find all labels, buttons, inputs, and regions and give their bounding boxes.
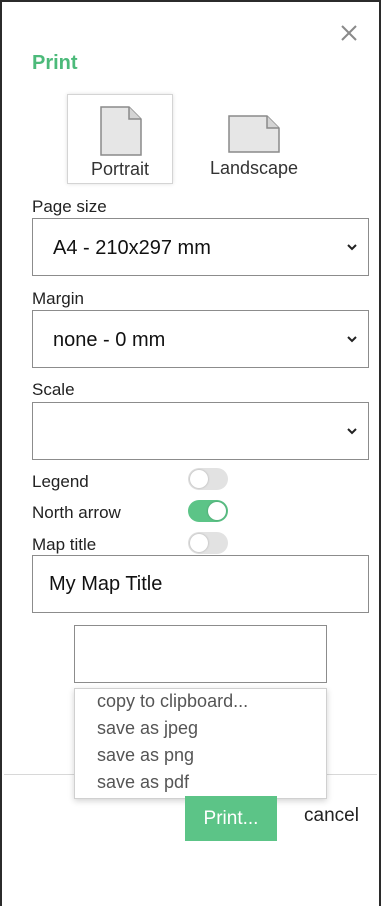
menu-item-save-png[interactable]: save as png: [97, 745, 194, 766]
menu-item-save-jpeg[interactable]: save as jpeg: [97, 718, 198, 739]
toggle-knob: [190, 470, 208, 488]
scale-select[interactable]: [32, 402, 369, 460]
portrait-label: Portrait: [90, 159, 150, 179]
page-size-value: A4 - 210x297 mm: [53, 237, 211, 259]
chevron-down-icon: [347, 336, 357, 343]
chevron-down-icon: [347, 244, 357, 251]
menu-item-save-pdf[interactable]: save as pdf: [97, 772, 189, 793]
scale-label: Scale: [32, 380, 75, 399]
legend-toggle[interactable]: [188, 468, 228, 490]
margin-value: none - 0 mm: [53, 329, 166, 351]
landscape-option[interactable]: Landscape: [201, 94, 307, 184]
margin-label: Margin: [32, 289, 84, 308]
close-icon-glyph: [341, 25, 357, 41]
page-size-label: Page size: [32, 197, 107, 216]
landscape-label: Landscape: [209, 158, 299, 178]
toggle-knob: [190, 534, 208, 552]
map-title-label: Map title: [32, 535, 97, 554]
margin-select[interactable]: none - 0 mm: [32, 310, 369, 368]
menu-item-copy-clipboard[interactable]: copy to clipboard...: [97, 691, 248, 712]
landscape-page-icon: [228, 115, 280, 153]
north-arrow-label: North arrow: [32, 503, 121, 522]
close-icon[interactable]: [338, 22, 360, 44]
cancel-button[interactable]: cancel: [304, 805, 359, 827]
print-button[interactable]: Print...: [185, 796, 277, 841]
page-size-select[interactable]: A4 - 210x297 mm: [32, 218, 369, 276]
print-dialog: Print Portrait Landscape Page size A4 - …: [0, 0, 381, 906]
map-title-input[interactable]: My Map Title: [32, 555, 369, 613]
chevron-down-icon: [347, 428, 357, 435]
dialog-title: Print: [32, 52, 78, 74]
export-menu: copy to clipboard... save as jpeg save a…: [74, 688, 327, 799]
portrait-page-icon: [100, 106, 142, 156]
legend-label: Legend: [32, 472, 89, 491]
portrait-option[interactable]: Portrait: [67, 94, 173, 184]
export-format-select[interactable]: [74, 625, 327, 683]
map-title-toggle[interactable]: [188, 532, 228, 554]
toggle-knob: [208, 502, 226, 520]
north-arrow-toggle[interactable]: [188, 500, 228, 522]
